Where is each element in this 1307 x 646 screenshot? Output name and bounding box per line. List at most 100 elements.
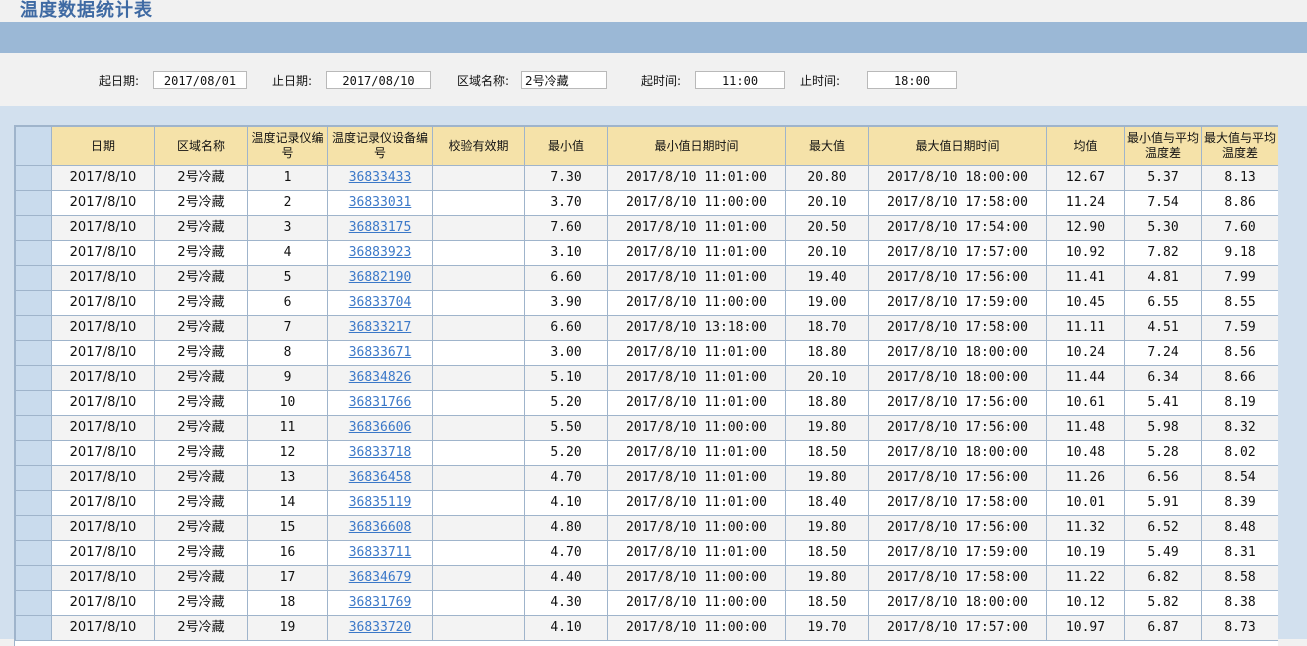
col-header-recorder-no[interactable]: 温度记录仪编号 [247,126,328,166]
col-header-min-diff[interactable]: 最小值与平均温度差 [1124,126,1202,166]
device-no-link[interactable]: 36833671 [349,345,412,360]
row-selector[interactable] [15,615,52,641]
device-no-link[interactable]: 36835119 [349,495,412,510]
cell-recorder-no: 14 [247,490,328,516]
cell-validity [432,415,525,441]
table-row[interactable]: 2017/8/10 2号冷藏 4 36883923 3.10 2017/8/10 11:0… [15,240,1278,266]
device-no-link[interactable]: 36833718 [349,445,412,460]
device-no-link[interactable]: 36833031 [349,195,412,210]
start-date-input[interactable]: 2017/08/01 [153,71,247,89]
row-selector[interactable] [15,415,52,441]
table-row[interactable]: 2017/8/10 2号冷藏 9 36834826 5.10 2017/8/10 11:0… [15,365,1278,391]
row-selector[interactable] [15,340,52,366]
col-header-validity[interactable]: 校验有效期 [432,126,525,166]
cell-min: 3.70 [524,190,608,216]
end-time-input[interactable]: 18:00 [867,71,957,89]
row-selector[interactable] [15,590,52,616]
table-row[interactable]: 2017/8/10 2号冷藏 12 36833718 5.20 2017/8/10 11:… [15,440,1278,466]
table-row[interactable]: 2017/8/10 2号冷藏 11 36836606 5.50 2017/8/10 11:… [15,415,1278,441]
col-header-date[interactable]: 日期 [51,126,155,166]
row-selector[interactable] [15,490,52,516]
cell-recorder-no: 4 [247,240,328,266]
cell-max: 18.50 [785,540,869,566]
device-no-link[interactable]: 36833711 [349,545,412,560]
col-header-min[interactable]: 最小值 [524,126,608,166]
col-header-area[interactable]: 区域名称 [154,126,248,166]
row-selector[interactable] [15,365,52,391]
cell-min-time: 2017/8/10 13:18:00 [607,315,786,341]
cell-min-diff: 7.82 [1124,240,1202,266]
row-selector[interactable] [15,165,52,191]
row-selector[interactable] [15,465,52,491]
row-selector[interactable] [15,540,52,566]
cell-max: 19.80 [785,465,869,491]
cell-max-time: 2017/8/10 17:58:00 [868,565,1047,591]
end-date-input[interactable]: 2017/08/10 [326,71,431,89]
table-row[interactable]: 2017/8/10 2号冷藏 2 36833031 3.70 2017/8/10 11:0… [15,190,1278,216]
cell-max-time: 2017/8/10 17:59:00 [868,540,1047,566]
device-no-link[interactable]: 36831766 [349,395,412,410]
table-row[interactable]: 2017/8/10 2号冷藏 13 36836458 4.70 2017/8/10 11:… [15,465,1278,491]
device-no-link[interactable]: 36834826 [349,370,412,385]
start-time-input[interactable]: 11:00 [695,71,785,89]
device-no-link[interactable]: 36836606 [349,420,412,435]
col-header-max-diff[interactable]: 最大值与平均温度差 [1201,126,1278,166]
row-selector[interactable] [15,190,52,216]
table-row[interactable]: 2017/8/10 2号冷藏 3 36883175 7.60 2017/8/10 11:0… [15,215,1278,241]
table-row[interactable]: 2017/8/10 2号冷藏 8 36833671 3.00 2017/8/10 11:0… [15,340,1278,366]
table-row[interactable]: 2017/8/10 2号冷藏 7 36833217 6.60 2017/8/10 13:1… [15,315,1278,341]
cell-recorder-no: 2 [247,190,328,216]
row-selector[interactable] [15,265,52,291]
device-no-link[interactable]: 36833433 [349,170,412,185]
row-selector[interactable] [15,440,52,466]
table-row[interactable]: 2017/8/10 2号冷藏 5 36882190 6.60 2017/8/10 11:0… [15,265,1278,291]
cell-date: 2017/8/10 [51,215,155,241]
device-no-link[interactable]: 36833704 [349,295,412,310]
cell-max-diff: 8.48 [1201,515,1278,541]
table-row[interactable]: 2017/8/10 2号冷藏 14 36835119 4.10 2017/8/10 11:… [15,490,1278,516]
row-selector[interactable] [15,215,52,241]
cell-validity [432,340,525,366]
row-selector[interactable] [15,390,52,416]
col-header-min-time[interactable]: 最小值日期时间 [607,126,786,166]
device-no-link[interactable]: 36883175 [349,220,412,235]
table-row[interactable]: 2017/8/10 2号冷藏 16 36833711 4.70 2017/8/10 11:… [15,540,1278,566]
col-header-max-time[interactable]: 最大值日期时间 [868,126,1047,166]
cell-date: 2017/8/10 [51,290,155,316]
col-header-avg[interactable]: 均值 [1046,126,1125,166]
cell-recorder-no: 5 [247,265,328,291]
table-row[interactable]: 2017/8/10 2号冷藏 6 36833704 3.90 2017/8/10 11:0… [15,290,1278,316]
page-title: 温度数据统计表 [20,0,153,21]
cell-min-time: 2017/8/10 11:01:00 [607,490,786,516]
cell-recorder-no: 8 [247,340,328,366]
device-no-link[interactable]: 36833217 [349,320,412,335]
col-header-max[interactable]: 最大值 [785,126,869,166]
table-row[interactable]: 2017/8/10 2号冷藏 19 36833720 4.10 2017/8/10 11:… [15,615,1278,641]
row-selector[interactable] [15,315,52,341]
device-no-link[interactable]: 36831769 [349,595,412,610]
filter-bar: 起日期: 2017/08/01 止日期: 2017/08/10 区域名称: 2号… [0,53,1307,106]
row-selector[interactable] [15,515,52,541]
device-no-link[interactable]: 36834679 [349,570,412,585]
table-row[interactable]: 2017/8/10 2号冷藏 15 36836608 4.80 2017/8/10 11:… [15,515,1278,541]
device-no-link[interactable]: 36836458 [349,470,412,485]
device-no-link[interactable]: 36883923 [349,245,412,260]
device-no-link[interactable]: 36833720 [349,620,412,635]
table-row[interactable]: 2017/8/10 2号冷藏 17 36834679 4.40 2017/8/10 11:… [15,565,1278,591]
row-selector[interactable] [15,565,52,591]
device-no-link[interactable]: 36882190 [349,270,412,285]
row-selector[interactable] [15,290,52,316]
col-header-device-no[interactable]: 温度记录仪设备编号 [327,126,433,166]
area-input[interactable]: 2号冷藏 [521,71,607,89]
cell-area: 2号冷藏 [154,590,248,616]
cell-max-time: 2017/8/10 17:56:00 [868,415,1047,441]
cell-min-time: 2017/8/10 11:00:00 [607,415,786,441]
table-row[interactable]: 2017/8/10 2号冷藏 18 36831769 4.30 2017/8/10 11:… [15,590,1278,616]
device-no-link[interactable]: 36836608 [349,520,412,535]
cell-max-time: 2017/8/10 17:56:00 [868,465,1047,491]
table-row[interactable]: 2017/8/10 2号冷藏 10 36831766 5.20 2017/8/10 11:… [15,390,1278,416]
cell-min-time: 2017/8/10 11:00:00 [607,565,786,591]
cell-max: 20.10 [785,240,869,266]
table-row[interactable]: 2017/8/10 2号冷藏 1 36833433 7.30 2017/8/10 11:0… [15,165,1278,191]
row-selector[interactable] [15,240,52,266]
